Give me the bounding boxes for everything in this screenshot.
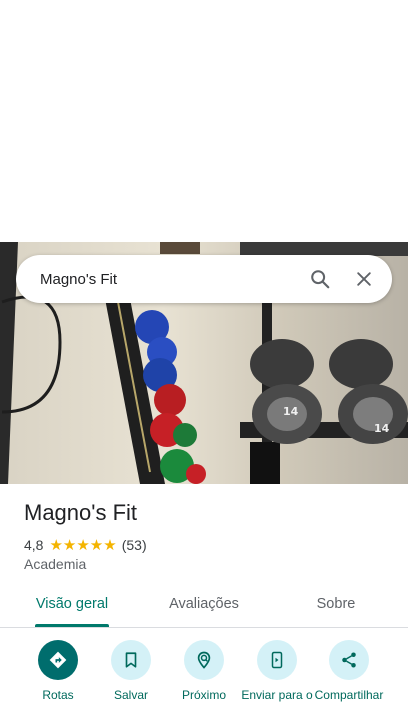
nearby-label: Próximo bbox=[181, 688, 226, 702]
dumbbell-label-right: 14 bbox=[374, 422, 390, 435]
close-icon bbox=[357, 272, 371, 286]
action-bar: Rotas Salvar Próximo Enviar para o Compa… bbox=[0, 640, 408, 726]
reviews-count: (53) bbox=[121, 537, 147, 553]
send-to-phone-label: Enviar para o bbox=[241, 688, 313, 702]
star-rating-icon: ★★★★★ bbox=[49, 537, 117, 554]
tab-about[interactable]: Sobre bbox=[264, 580, 408, 628]
rating-row[interactable]: 4,8 ★★★★★ (53) bbox=[24, 536, 147, 554]
send-to-phone-circle bbox=[257, 640, 297, 680]
send-to-phone-icon bbox=[271, 651, 283, 669]
search-bar[interactable]: Magno's Fit bbox=[16, 255, 392, 303]
share-button[interactable]: Compartilhar bbox=[313, 640, 385, 702]
nearby-button[interactable]: Próximo bbox=[168, 640, 240, 702]
place-category: Academia bbox=[24, 556, 87, 572]
share-label: Compartilhar bbox=[314, 688, 384, 702]
share-icon bbox=[342, 652, 356, 668]
directions-label: Rotas bbox=[42, 688, 74, 702]
nearby-icon bbox=[197, 651, 211, 669]
close-button[interactable] bbox=[344, 259, 384, 299]
search-button[interactable] bbox=[300, 259, 340, 299]
directions-circle bbox=[38, 640, 78, 680]
place-title: Magno's Fit bbox=[24, 500, 138, 525]
save-button[interactable]: Salvar bbox=[95, 640, 167, 702]
directions-button[interactable]: Rotas bbox=[22, 640, 94, 702]
active-tab-indicator bbox=[35, 624, 109, 627]
share-circle bbox=[329, 640, 369, 680]
tab-reviews[interactable]: Avaliações bbox=[132, 580, 276, 628]
rating-value: 4,8 bbox=[24, 537, 44, 553]
nearby-circle bbox=[184, 640, 224, 680]
search-input[interactable]: Magno's Fit bbox=[40, 271, 300, 288]
save-circle bbox=[111, 640, 151, 680]
search-icon bbox=[311, 270, 330, 289]
dumbbell-label-left: 14 bbox=[283, 405, 299, 418]
bookmark-icon bbox=[125, 652, 137, 668]
directions-icon bbox=[49, 651, 67, 669]
tab-overview[interactable]: Visão geral bbox=[0, 580, 144, 628]
send-to-phone-button[interactable]: Enviar para o bbox=[241, 640, 313, 702]
tab-bar: Visão geral Avaliações Sobre bbox=[0, 580, 408, 628]
save-label: Salvar bbox=[113, 688, 148, 702]
